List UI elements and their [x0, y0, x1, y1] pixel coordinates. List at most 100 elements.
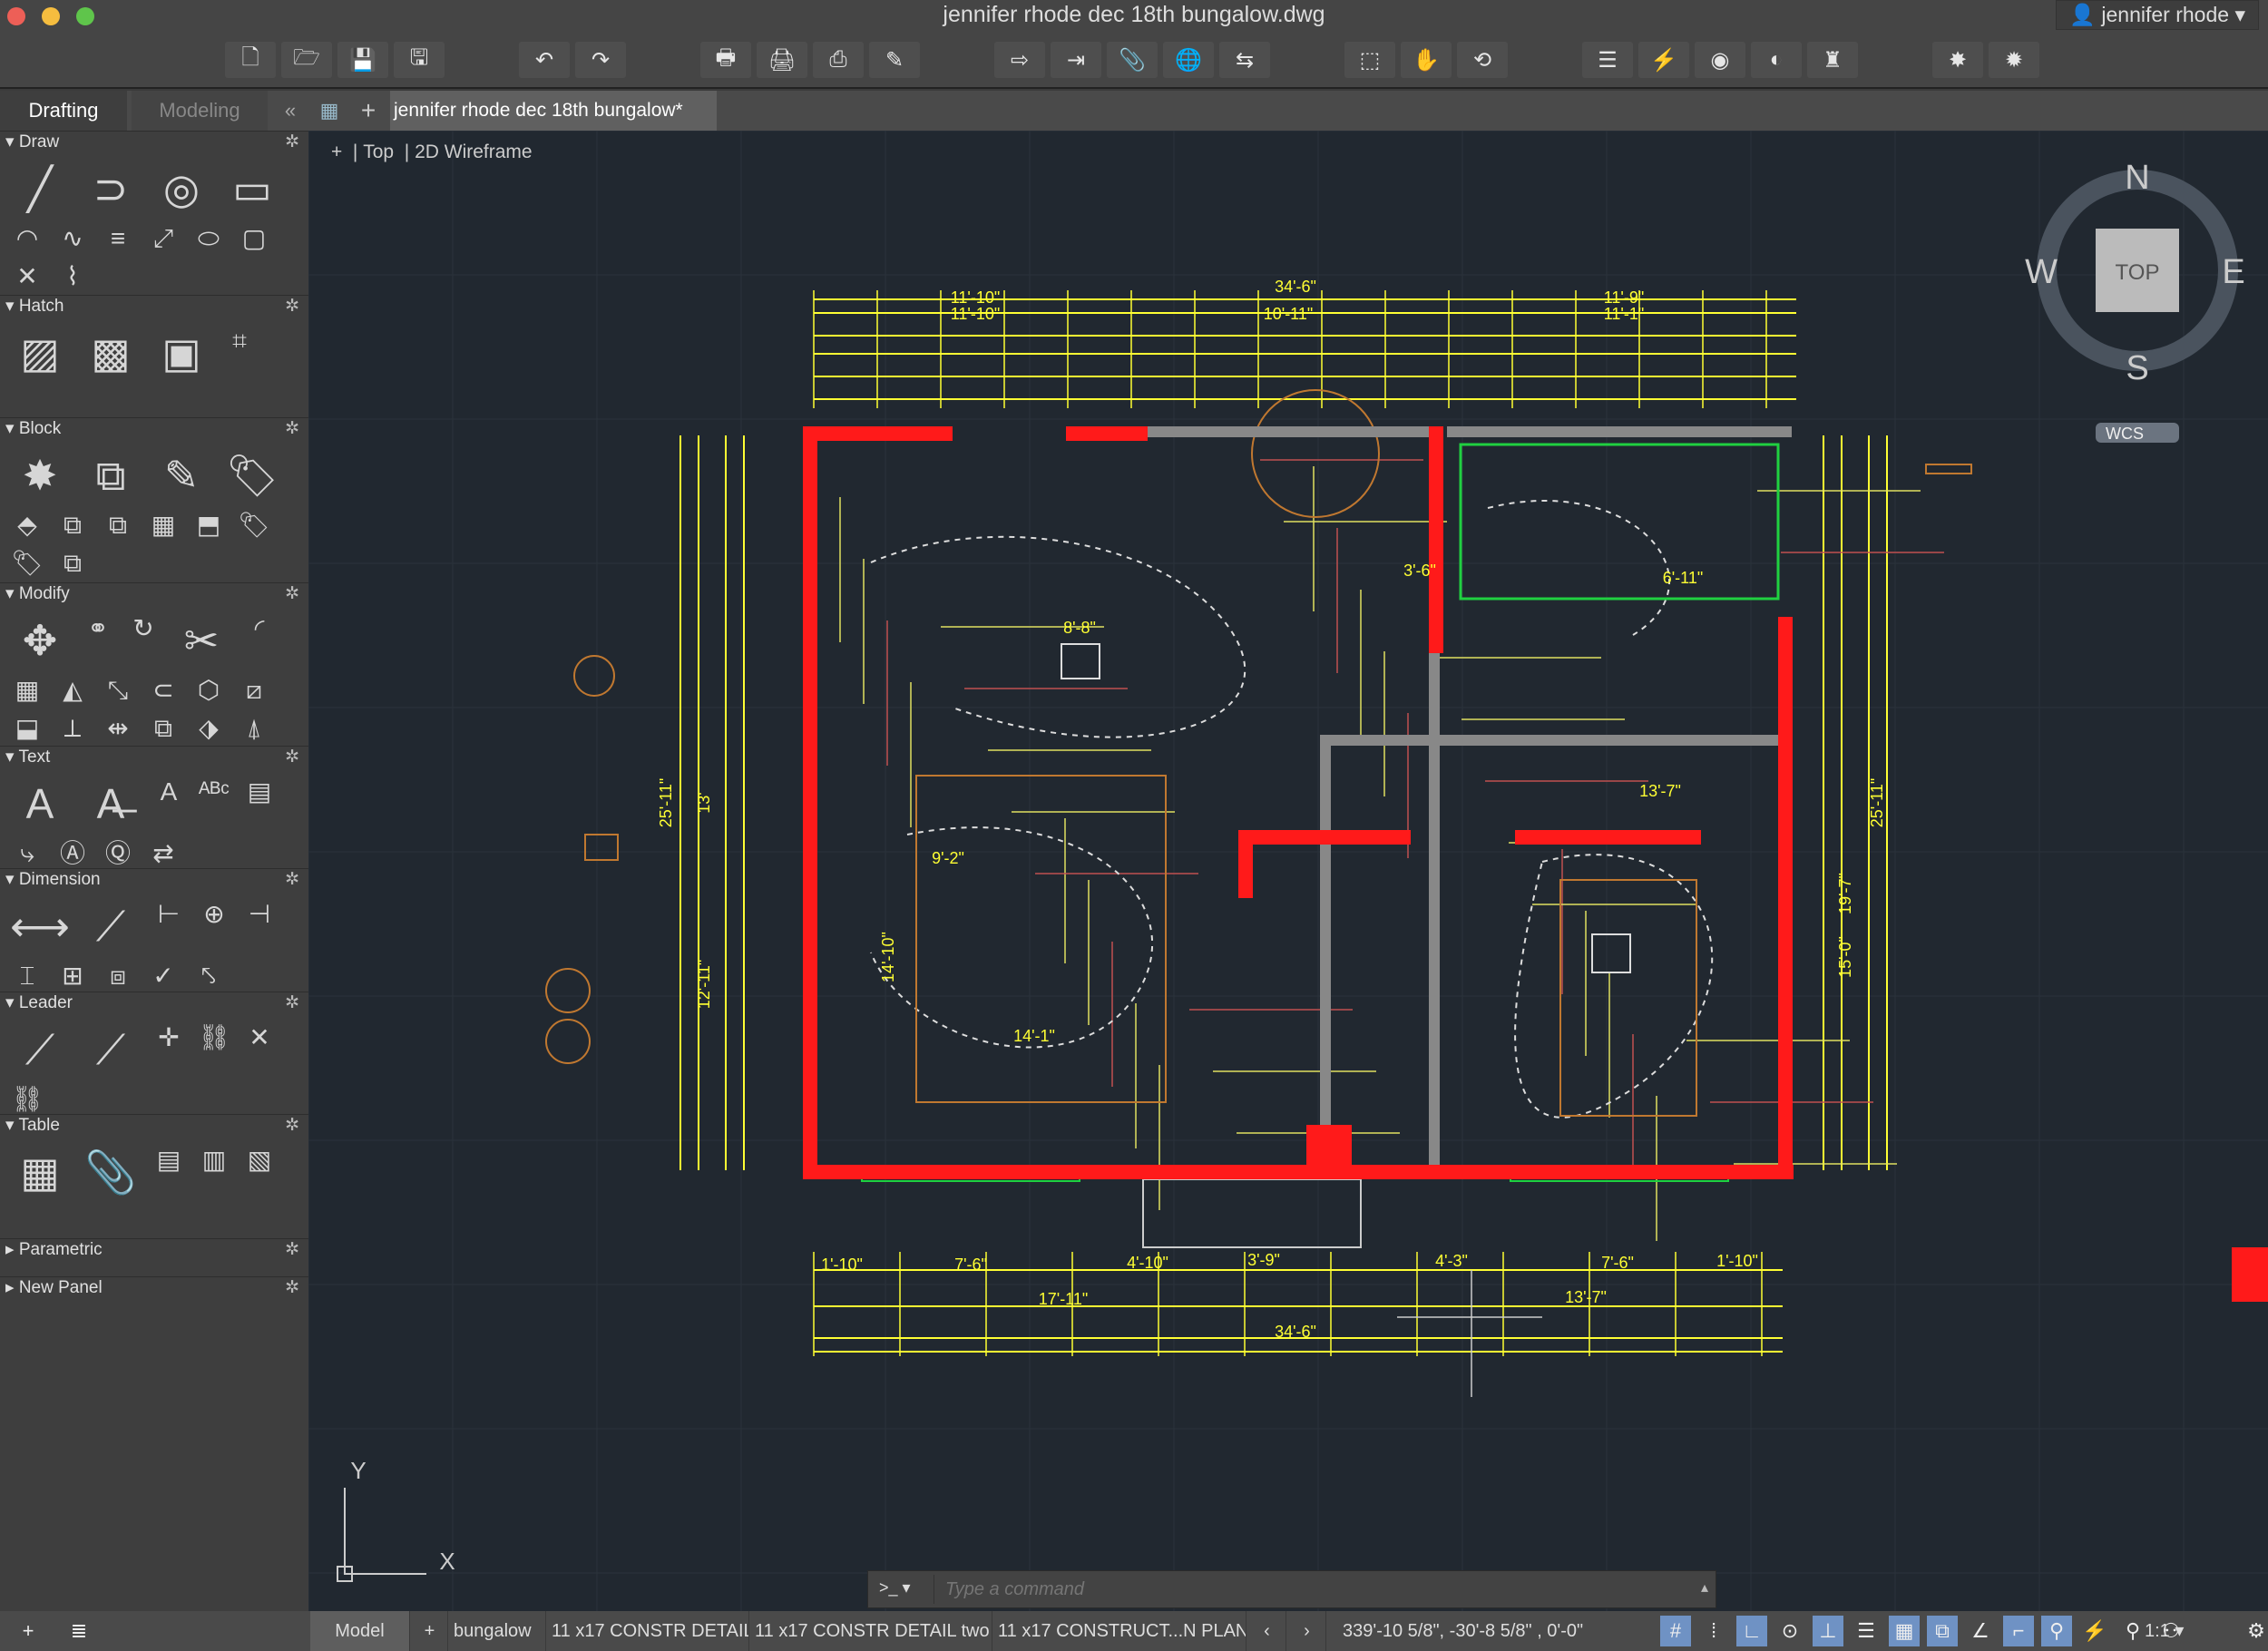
hatch-icon[interactable]: ▨ [7, 325, 73, 381]
add-leader-icon[interactable]: ✛ [149, 1021, 189, 1054]
block-icon[interactable]: ⧉ [53, 509, 93, 542]
find-icon[interactable]: Ⓐ [53, 837, 93, 870]
ray-icon[interactable]: ⤢ [143, 222, 183, 255]
tolerance-icon[interactable]: ⧈ [98, 960, 138, 992]
tag-icon[interactable]: ⬘ [7, 509, 47, 542]
circle-icon[interactable]: ◎ [149, 161, 214, 217]
transparency-icon[interactable]: ▦ [1889, 1616, 1920, 1646]
panel-settings-gear-icon[interactable]: ✲ [285, 992, 299, 1013]
edit-icon[interactable]: ✎ [869, 42, 920, 78]
revcloud-icon[interactable]: ⌇ [53, 260, 93, 293]
trim-icon[interactable]: ✂ [169, 612, 234, 669]
share-icon[interactable]: 🌐 [1163, 42, 1214, 78]
lineweight-icon[interactable]: ☰ [1851, 1616, 1882, 1646]
new-tab-button[interactable]: + [352, 91, 385, 131]
linear-dim-icon[interactable]: ⟷ [7, 898, 73, 954]
fillet-icon[interactable]: ◜ [240, 612, 279, 645]
orbit-icon[interactable]: ⟲ [1457, 42, 1508, 78]
create-block-icon[interactable]: ✸ [7, 447, 73, 503]
dim-break-icon[interactable]: ⤣ [189, 960, 229, 992]
print-icon[interactable]: 🖨 [757, 42, 807, 78]
break-icon[interactable]: ⟂ [53, 712, 93, 745]
save-icon[interactable]: 💾 [337, 42, 388, 78]
plot-icon[interactable]: 🖶 [700, 42, 751, 78]
panel-block[interactable]: ▾ Block ✲ [0, 417, 308, 444]
explode-icon[interactable]: ⬡ [189, 674, 229, 707]
open-icon[interactable]: 🗁 [281, 42, 332, 78]
attribute-icon[interactable]: 🏷 [220, 447, 285, 503]
grid-icon[interactable]: # [1660, 1616, 1691, 1646]
viewport-menu-button[interactable]: + [331, 142, 342, 162]
polyline-icon[interactable]: ⊃ [78, 161, 143, 217]
ellipse-icon[interactable]: ⬭ [189, 222, 229, 255]
tab-drafting[interactable]: Drafting [0, 91, 127, 131]
move-icon[interactable]: ✥ [7, 612, 73, 669]
field-icon[interactable]: ▤ [240, 776, 279, 808]
panel-table[interactable]: ▾ Table ✲ [0, 1114, 308, 1141]
panel-settings-gear-icon[interactable]: ✲ [285, 296, 299, 317]
osnap-icon[interactable]: ∠ [1965, 1616, 1996, 1646]
edit-block-icon[interactable]: ✎ [149, 447, 214, 503]
panel-draw[interactable]: ▾ Draw ✲ [0, 131, 308, 158]
center-mark-icon[interactable]: ⊕ [194, 898, 234, 931]
edit-attr-icon[interactable]: 🏷 [7, 547, 47, 580]
text-style-icon[interactable]: A̶ [78, 776, 143, 832]
dim-check-icon[interactable]: ✓ [143, 960, 183, 992]
zoom-window-icon[interactable]: ⬚ [1344, 42, 1395, 78]
scale-text-icon[interactable]: Ⓠ [98, 837, 138, 870]
panel-modify[interactable]: ▾ Modify ✲ [0, 582, 308, 610]
selection-cycling-icon[interactable]: ⧉ [1927, 1616, 1958, 1646]
list-icon[interactable]: ≣ [64, 1616, 94, 1646]
dim-baseline-icon[interactable]: ⊢ [149, 898, 189, 931]
aligned-dim-icon[interactable]: ⟋ [78, 898, 143, 954]
align-icon[interactable]: ⬓ [7, 712, 47, 745]
join-icon[interactable]: ⇹ [98, 712, 138, 745]
command-input[interactable] [934, 1575, 1677, 1604]
document-tab[interactable]: jennifer rhode dec 18th bungalow* [390, 91, 717, 131]
panel-settings-gear-icon[interactable]: ✲ [285, 747, 299, 767]
panel-settings-gear-icon[interactable]: ✲ [285, 418, 299, 439]
render-icon[interactable]: ✸ [1932, 42, 1983, 78]
define-attr-icon[interactable]: 🏷 [234, 509, 274, 542]
wblock-icon[interactable]: ⧉ [98, 509, 138, 542]
data-link-icon[interactable]: ▧ [240, 1144, 279, 1177]
tab-model[interactable]: Model [310, 1611, 410, 1651]
annotation-visibility-icon[interactable]: ⚲ [2041, 1616, 2072, 1646]
panel-settings-gear-icon[interactable]: ✲ [285, 1115, 299, 1136]
convert-icon[interactable]: ⇄ [143, 837, 183, 870]
annotation-scale[interactable]: 1:1 ▾ [2141, 1611, 2214, 1651]
link-data-icon[interactable]: 📎 [78, 1144, 143, 1200]
scale-icon[interactable]: ⧄ [234, 674, 274, 707]
align-leader-icon[interactable]: ⛓ [194, 1021, 234, 1054]
prev-layout-button[interactable]: ‹ [1248, 1611, 1286, 1651]
view-selector[interactable]: Top [363, 142, 394, 162]
gradient-icon[interactable]: ▩ [78, 325, 143, 381]
attach-icon[interactable]: 📎 [1107, 42, 1158, 78]
new-icon[interactable]: 🗋 [225, 42, 276, 78]
match-icon[interactable]: ⚡ [1638, 42, 1689, 78]
panel-settings-gear-icon[interactable]: ✲ [285, 132, 299, 152]
mline-icon[interactable]: ≡ [98, 222, 138, 255]
collapse-palette-button[interactable]: « [272, 91, 308, 131]
render-settings-icon[interactable]: ✹ [1989, 42, 2039, 78]
lengthen-icon[interactable]: ⍋ [234, 712, 274, 745]
region-icon[interactable]: ▢ [234, 222, 274, 255]
pan-icon[interactable]: ✋ [1401, 42, 1452, 78]
manager-icon[interactable]: ⧉ [53, 547, 93, 580]
tile-view-icon[interactable]: ▦ [313, 91, 346, 131]
draworder-icon[interactable]: ⧉ [143, 712, 183, 745]
mirror-icon[interactable]: ◭ [53, 674, 93, 707]
panel-dimension[interactable]: ▾ Dimension ✲ [0, 868, 308, 895]
next-layout-button[interactable]: › [1288, 1611, 1326, 1651]
panel-text[interactable]: ▾ Text ✲ [0, 746, 308, 773]
block-icon[interactable]: ♜ [1807, 42, 1858, 78]
add-icon[interactable]: + [13, 1616, 44, 1646]
panel-settings-gear-icon[interactable]: ✲ [285, 1277, 299, 1298]
table-icon[interactable]: ▦ [7, 1144, 73, 1200]
layout-tab[interactable]: 11 x17 CONSTRUCT...N PLAN bung [994, 1611, 1246, 1651]
layout-tab[interactable]: 11 x17 CONSTR DETAIL [548, 1611, 749, 1651]
polar-icon[interactable]: ⊙ [1774, 1616, 1805, 1646]
mtext-icon[interactable]: A [7, 776, 73, 832]
panel-parametric[interactable]: ▸ Parametric ✲ [0, 1238, 308, 1265]
autoscale-icon[interactable]: ⚡ [2079, 1616, 2110, 1646]
